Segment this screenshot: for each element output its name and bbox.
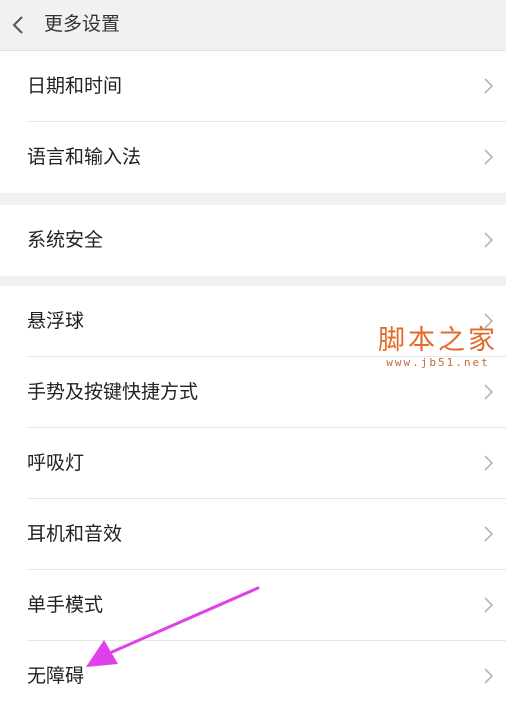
annotation-arrow (86, 586, 260, 667)
